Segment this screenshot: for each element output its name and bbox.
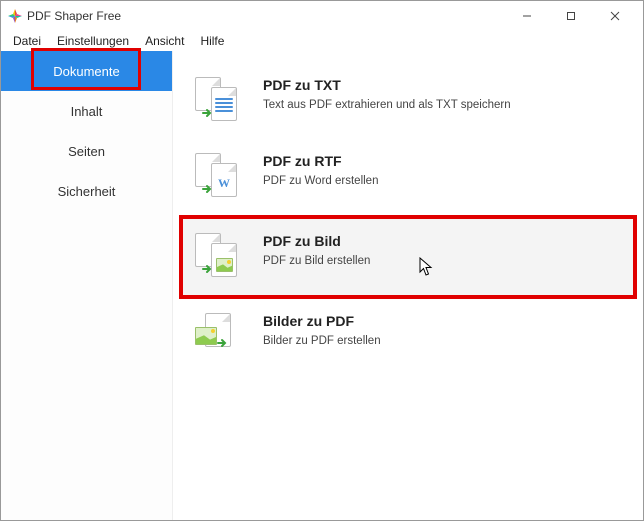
action-pdf-to-txt[interactable]: PDF zu TXT Text aus PDF extrahieren und … [183,63,633,139]
pdf-to-rtf-icon: W [195,153,241,199]
action-subtitle: PDF zu Word erstellen [263,175,378,187]
action-subtitle: Text aus PDF extrahieren und als TXT spe… [263,99,511,111]
action-title: PDF zu RTF [263,153,378,169]
window-title: PDF Shaper Free [27,9,505,23]
action-pdf-to-bild[interactable]: PDF zu Bild PDF zu Bild erstellen [179,215,637,299]
close-button[interactable] [593,1,637,31]
action-subtitle: PDF zu Bild erstellen [263,255,370,267]
action-bilder-zu-pdf[interactable]: Bilder zu PDF Bilder zu PDF erstellen [183,299,633,375]
sidebar-tab-dokumente[interactable]: Dokumente [1,51,172,91]
action-text: PDF zu TXT Text aus PDF extrahieren und … [263,77,511,111]
action-text: Bilder zu PDF Bilder zu PDF erstellen [263,313,381,347]
menu-ansicht[interactable]: Ansicht [137,32,192,50]
menu-datei[interactable]: Datei [5,32,49,50]
maximize-button[interactable] [549,1,593,31]
action-subtitle: Bilder zu PDF erstellen [263,335,381,347]
action-title: PDF zu TXT [263,77,511,93]
action-title: Bilder zu PDF [263,313,381,329]
pdf-to-bild-icon [195,233,241,279]
sidebar: Dokumente Inhalt Seiten Sicherheit [1,51,173,520]
menu-bar: Datei Einstellungen Ansicht Hilfe [1,31,643,51]
menu-hilfe[interactable]: Hilfe [192,32,232,50]
window-controls [505,1,637,31]
minimize-button[interactable] [505,1,549,31]
app-icon [7,8,23,24]
action-title: PDF zu Bild [263,233,370,249]
content-area: Dokumente Inhalt Seiten Sicherheit [1,51,643,520]
sidebar-tab-sicherheit[interactable]: Sicherheit [1,171,172,211]
sidebar-tabs: Dokumente Inhalt Seiten Sicherheit [1,51,172,211]
pdf-to-txt-icon [195,77,241,123]
menu-einstellungen[interactable]: Einstellungen [49,32,137,50]
action-text: PDF zu Bild PDF zu Bild erstellen [263,233,370,267]
sidebar-tab-seiten[interactable]: Seiten [1,131,172,171]
mouse-cursor-icon [419,257,433,277]
main-panel: PDF zu TXT Text aus PDF extrahieren und … [173,51,643,520]
title-bar: PDF Shaper Free [1,1,643,31]
sidebar-tab-inhalt[interactable]: Inhalt [1,91,172,131]
bilder-zu-pdf-icon [195,313,241,359]
app-window: PDF Shaper Free Datei Einstellungen Ansi… [0,0,644,521]
action-text: PDF zu RTF PDF zu Word erstellen [263,153,378,187]
action-pdf-to-rtf[interactable]: W PDF zu RTF PDF zu Word erstellen [183,139,633,215]
